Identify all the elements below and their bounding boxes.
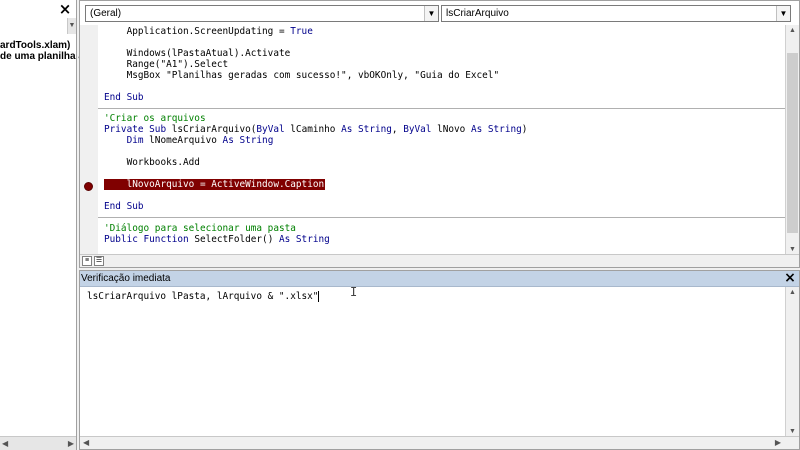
project-vscroll[interactable]: ▼ bbox=[67, 18, 76, 34]
object-combo[interactable]: (Geral) ▼ bbox=[85, 5, 439, 22]
immediate-title-bar[interactable]: Verificação imediata × bbox=[80, 271, 799, 287]
immediate-hscroll[interactable]: ◀ ▶ bbox=[80, 436, 799, 449]
code-line[interactable]: End Sub bbox=[104, 92, 144, 103]
breakpoint-icon[interactable] bbox=[84, 182, 93, 191]
code-line[interactable]: MsgBox "Planilhas geradas com sucesso!",… bbox=[104, 70, 500, 81]
comment-line[interactable]: 'Criar os arquivos bbox=[104, 113, 206, 124]
scroll-left-icon[interactable]: ◀ bbox=[83, 437, 89, 449]
code-line[interactable]: Public Function SelectFolder() As String bbox=[104, 234, 330, 245]
code-line[interactable]: Workbooks.Add bbox=[104, 157, 200, 168]
scroll-left-icon[interactable]: ◀ bbox=[2, 437, 8, 450]
scroll-right-icon[interactable]: ▶ bbox=[775, 437, 781, 449]
procedure-combo[interactable]: lsCriarArquivo ▼ bbox=[441, 5, 791, 22]
code-line[interactable]: Private Sub lsCriarArquivo(ByVal lCaminh… bbox=[104, 124, 527, 135]
scroll-right-icon[interactable]: ▶ bbox=[68, 437, 74, 450]
code-footer: ≡ ☰ bbox=[80, 254, 799, 267]
project-hscroll[interactable]: ◀ ▶ bbox=[0, 436, 76, 450]
code-editor[interactable]: Application.ScreenUpdating = True Window… bbox=[80, 25, 786, 255]
procedure-view-icon[interactable]: ≡ bbox=[82, 256, 92, 266]
tree-item-addin[interactable]: ardTools.xlam) bbox=[0, 40, 70, 51]
code-vscroll[interactable]: ▲ ▼ bbox=[785, 25, 799, 255]
procedure-separator bbox=[98, 217, 786, 218]
scroll-thumb[interactable] bbox=[787, 53, 798, 233]
object-combo-value: (Geral) bbox=[90, 8, 122, 19]
close-icon[interactable]: × bbox=[783, 271, 797, 286]
immediate-vscroll[interactable]: ▲ ▼ bbox=[785, 287, 799, 437]
code-line[interactable]: Windows(lPastaAtual).Activate bbox=[104, 48, 291, 59]
chevron-down-icon[interactable]: ▼ bbox=[776, 6, 790, 21]
comment-line[interactable]: 'Diálogo para selecionar uma pasta bbox=[104, 223, 296, 234]
breakpoint-code-line[interactable]: lNovoArquivo = ActiveWindow.Caption bbox=[104, 179, 326, 190]
project-explorer-pane: × ▼ ardTools.xlam) de uma planilha aut ◀… bbox=[0, 0, 93, 450]
scroll-down-icon[interactable]: ▼ bbox=[786, 428, 799, 435]
chevron-down-icon[interactable]: ▼ bbox=[424, 6, 438, 21]
immediate-input[interactable]: lsCriarArquivo lPasta, lArquivo & ".xlsx… bbox=[87, 291, 320, 302]
procedure-combo-value: lsCriarArquivo bbox=[446, 8, 509, 19]
code-line[interactable]: Application.ScreenUpdating = True bbox=[104, 26, 313, 37]
code-line[interactable]: Dim lNomeArquivo As String bbox=[104, 135, 274, 146]
immediate-window: Verificação imediata × lsCriarArquivo lP… bbox=[79, 270, 800, 450]
code-line[interactable]: Range("A1").Select bbox=[104, 59, 229, 70]
ibeam-cursor-icon: I bbox=[350, 285, 358, 299]
module-view-icon[interactable]: ☰ bbox=[94, 256, 104, 266]
code-line[interactable]: End Sub bbox=[104, 201, 144, 212]
scroll-down-icon[interactable]: ▼ bbox=[786, 246, 799, 253]
scroll-up-icon[interactable]: ▲ bbox=[786, 289, 799, 296]
text-caret bbox=[318, 291, 320, 302]
code-window: (Geral) ▼ lsCriarArquivo ▼ Application.S… bbox=[79, 0, 800, 268]
scroll-down-icon[interactable]: ▼ bbox=[68, 18, 76, 34]
margin-indicator-bar[interactable] bbox=[80, 25, 98, 255]
project-close-icon[interactable]: × bbox=[58, 2, 72, 17]
immediate-title: Verificação imediata bbox=[81, 273, 171, 284]
procedure-separator bbox=[98, 108, 786, 109]
scroll-up-icon[interactable]: ▲ bbox=[786, 27, 799, 34]
